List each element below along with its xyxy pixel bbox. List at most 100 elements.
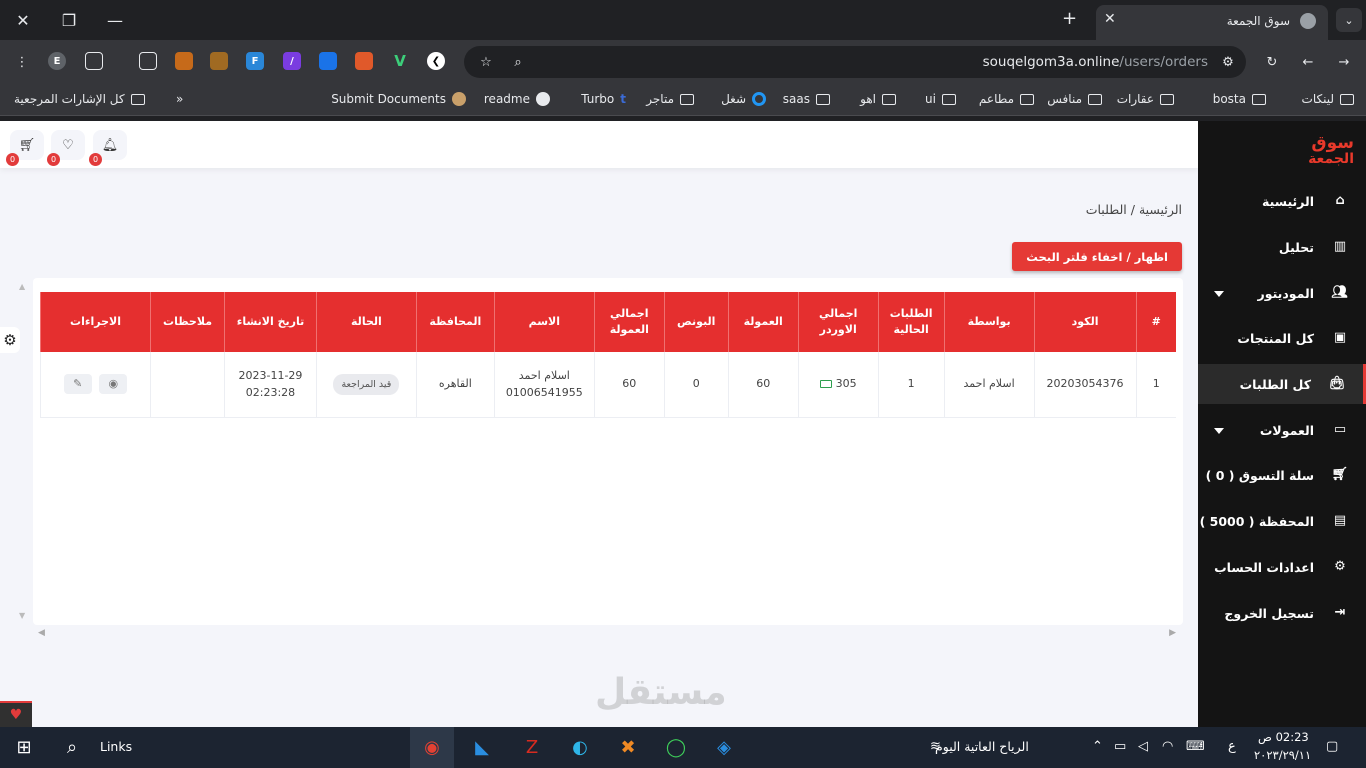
site-settings-icon[interactable]: ⚙ [1218, 52, 1238, 72]
weather-text[interactable]: الرياح العاتية اليوم [935, 739, 1029, 754]
whatsapp-icon[interactable]: ◯ [654, 727, 698, 768]
cart-button[interactable]: 🛒︎ 0 [6, 130, 44, 166]
cart-icon: 🛒︎ [1331, 467, 1348, 482]
bookmark-folder[interactable]: لينكات [1302, 92, 1354, 106]
sidebar-item-orders[interactable]: 👜︎ كل الطلبات [1198, 364, 1366, 404]
horizontal-scrollbar[interactable]: ◀ ▶ [16, 626, 1184, 642]
edge-icon[interactable]: ◐ [558, 727, 602, 768]
sidebar-item-analytics[interactable]: ▥ تحليل [1198, 227, 1366, 267]
sidebar-item-logout[interactable]: ⇥ تسجيل الخروج [1198, 593, 1366, 633]
scroll-up-icon[interactable]: ▲ [19, 282, 25, 291]
extension-1-icon[interactable] [175, 52, 193, 70]
sidebar-item-cart[interactable]: 🛒︎ سلة التسوق ( 0 ) [1198, 455, 1366, 495]
notifications-button[interactable]: 🔔︎ 0 [89, 130, 127, 166]
created-date: 2023-11-29 [238, 368, 303, 382]
extension-3-icon[interactable]: F [246, 52, 264, 70]
side-panel-icon[interactable] [85, 52, 103, 70]
bookmark-folder[interactable]: bosta [1213, 92, 1266, 106]
chevron-up-icon[interactable]: ⌃ [1092, 739, 1103, 754]
extension-4-icon[interactable]: / [283, 52, 301, 70]
new-tab-icon[interactable]: + [1062, 8, 1077, 29]
folder-icon [1252, 93, 1266, 105]
bookmark-folder[interactable]: مطاعم [979, 92, 1034, 106]
toggle-filter-button[interactable]: اظهار / اخفاء فلتر البحث [1012, 242, 1182, 271]
sidebar-item-products[interactable]: ▣ كل المنتجات [1198, 318, 1366, 358]
bookmark-folder[interactable]: عقارات [1117, 92, 1174, 106]
notification-center-icon[interactable]: ▢ [1326, 739, 1338, 754]
extension-2-icon[interactable] [210, 52, 228, 70]
bookmark-folder[interactable]: منافس [1047, 92, 1102, 106]
scroll-right-icon[interactable]: ▶ [1169, 628, 1176, 638]
vscode-icon[interactable]: ◣ [460, 727, 504, 768]
bookmark-link[interactable]: Turbo t [581, 92, 626, 106]
app-icon[interactable]: ◈ [702, 727, 746, 768]
address-bar[interactable]: ☆ ⌕ souqelgom3a.online/users/orders ⚙ [464, 46, 1246, 78]
keyboard-icon[interactable]: ⌨ [1186, 739, 1205, 754]
order-total: 305 [835, 377, 857, 391]
settings-gear-icon[interactable]: ⚙ [0, 327, 20, 353]
bookmark-folder[interactable]: saas [783, 92, 830, 106]
windows-start-icon[interactable]: ⊞ [2, 727, 46, 768]
order-code-link[interactable]: 20203054376 [1033, 352, 1137, 418]
wishlist-button[interactable]: ♡ 0 [47, 130, 85, 166]
extension-vue-icon[interactable]: V [391, 52, 409, 70]
extension-6-icon[interactable] [355, 52, 373, 70]
more-bookmarks-icon[interactable]: » [176, 92, 183, 106]
window-restore-icon[interactable]: ❐ [54, 8, 84, 32]
sidebar-item-home[interactable]: ⌂ الرئيسية [1198, 181, 1366, 221]
sidebar-item-label: كل الطلبات [1239, 376, 1311, 392]
breadcrumb-home[interactable]: الرئيسية [1139, 202, 1182, 217]
eye-icon: ◉ [108, 377, 119, 391]
active-tab[interactable]: ✕ سوق الجمعة [1096, 5, 1328, 40]
sidebar-item-commissions[interactable]: ▭ العمولات [1198, 410, 1366, 450]
filezilla-icon[interactable]: Z [510, 727, 554, 768]
column-header: اجمالي العمولة [593, 292, 665, 352]
browser-menu-icon[interactable]: ⋮ [12, 52, 32, 72]
reload-icon[interactable]: ↻ [1262, 52, 1282, 72]
wifi-icon[interactable]: ◠ [1162, 739, 1173, 754]
window-minimize-icon[interactable]: — [100, 8, 130, 32]
scroll-down-icon[interactable]: ▼ [19, 611, 25, 620]
xampp-icon[interactable]: ✖ [606, 727, 650, 768]
bookmark-link[interactable]: Submit Documents [331, 92, 466, 106]
search-icon[interactable]: ⌕ [50, 727, 94, 768]
site-logo[interactable]: سوق الجمعة [1308, 135, 1354, 167]
back-icon[interactable]: → [1334, 52, 1354, 72]
volume-icon[interactable]: ◁ [1138, 739, 1148, 754]
clock-date[interactable]: ٢٠٢٣/٢٩/١١ [1254, 748, 1311, 762]
app-corner-icon[interactable]: ♥ [0, 701, 32, 727]
language-indicator[interactable]: ع [1228, 739, 1236, 754]
tab-close-icon[interactable]: ✕ [1104, 11, 1116, 27]
bookmark-folder[interactable]: ui [925, 92, 956, 106]
extensions-icon[interactable] [139, 52, 157, 70]
box-icon: ▣ [1333, 330, 1347, 345]
taskbar-search-label[interactable]: Links [100, 739, 132, 754]
sidebar-item-wallet[interactable]: ▤ المحفظة ( 5000 ) [1198, 501, 1366, 541]
extension-7-icon[interactable]: ❮ [427, 52, 445, 70]
window-close-icon[interactable]: ✕ [8, 8, 38, 32]
clock-time[interactable]: 02:23 ص [1258, 730, 1309, 744]
zoom-icon[interactable]: ⌕ [508, 52, 528, 72]
table-header-row: # الكود بواسطة الطلبات الحالية اجمالي ال… [39, 292, 1176, 352]
battery-icon[interactable]: ▭ [1114, 739, 1126, 754]
bonus: 0 [663, 352, 729, 418]
sidebar-item-account-settings[interactable]: ⚙ اعدادات الحساب [1198, 547, 1366, 587]
all-bookmarks[interactable]: كل الإشارات المرجعية [14, 92, 145, 106]
bookmark-link[interactable]: readme [484, 92, 550, 106]
chrome-icon[interactable]: ◉ [410, 727, 454, 768]
extension-5-icon[interactable] [319, 52, 337, 70]
sidebar-item-moderators[interactable]: 👥︎ الموديتور [1198, 273, 1366, 313]
bookmark-link[interactable]: شغل [721, 92, 766, 106]
bookmark-folder[interactable]: اهو [860, 92, 896, 106]
edit-button[interactable]: ✎ [63, 374, 92, 395]
scroll-left-icon[interactable]: ◀ [38, 628, 45, 638]
sidebar-item-label: سلة التسوق ( 0 ) [1205, 467, 1314, 483]
tab-search-icon[interactable]: ⌄ [1336, 8, 1362, 32]
bookmark-star-icon[interactable]: ☆ [476, 52, 496, 72]
gear-icon: ⚙ [1334, 559, 1346, 574]
profile-avatar-icon[interactable]: E [48, 52, 66, 70]
view-button[interactable]: ◉ [99, 374, 128, 395]
column-header: العمولة [727, 292, 799, 352]
forward-icon[interactable]: ← [1298, 52, 1318, 72]
bookmark-folder[interactable]: متاجر [646, 92, 694, 106]
